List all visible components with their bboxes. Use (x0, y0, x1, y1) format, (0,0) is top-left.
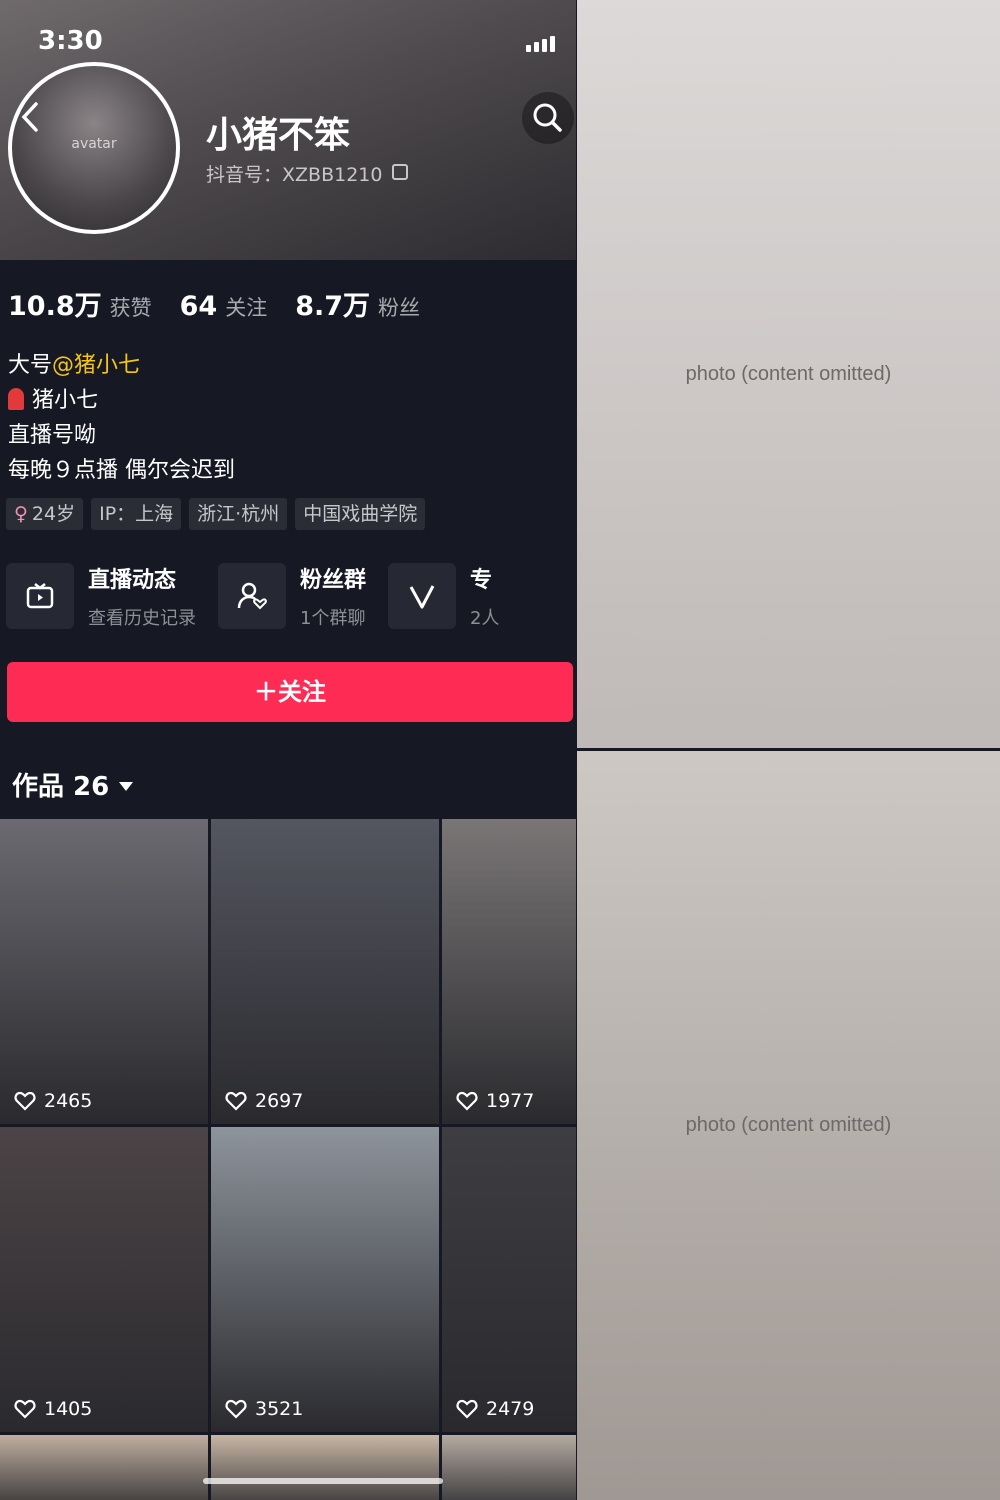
video-thumbnail[interactable] (211, 1435, 439, 1500)
search-button[interactable] (522, 92, 574, 144)
profile-bio: 大号@猪小七 猪小七 直播号呦 每晚９点播 偶尔会迟到 (8, 348, 235, 488)
heart-icon (225, 1091, 247, 1111)
ribbon-icon (8, 388, 24, 410)
profile-tags: ♀ 24岁 IP：上海 浙江·杭州 中国戏曲学院 (6, 498, 426, 530)
feature-fan-group[interactable]: 粉丝群 1个群聊 (218, 562, 366, 630)
chevron-left-icon (21, 102, 38, 132)
profile-stats: 10.8万 获赞 64 关注 8.7万 粉丝 (8, 284, 420, 323)
tab-works[interactable]: 作品 26 (12, 766, 134, 803)
video-thumbnail[interactable]: 3521 (211, 1127, 439, 1432)
video-grid: 2465 2697 1977 1405 3521 2479 (0, 819, 576, 1500)
stat-followers[interactable]: 8.7万 粉丝 (295, 284, 420, 323)
heart-icon (225, 1399, 247, 1419)
feature-subtitle: 1个群聊 (300, 608, 366, 629)
profile-header: 3:30 avatar 小猪不笨 抖音号：XZBB1210 (0, 0, 576, 260)
feature-title: 粉丝群 (300, 568, 367, 593)
video-thumbnail[interactable]: 1405 (0, 1127, 208, 1432)
like-count: 2697 (225, 1090, 303, 1112)
bio-line: 猪小七 (8, 383, 235, 418)
bio-text: 猪小七 (32, 388, 99, 413)
like-count-value: 1405 (44, 1398, 93, 1420)
like-count: 2479 (456, 1398, 534, 1420)
feature-row: 直播动态查看历史记录 粉丝群 1个群聊 专 2人 (6, 562, 521, 630)
like-count: 1405 (14, 1398, 92, 1420)
copy-icon[interactable] (392, 164, 408, 180)
female-icon: ♀ (14, 503, 28, 525)
feature-live-history[interactable]: 直播动态查看历史记录 (6, 562, 196, 630)
feature-collection[interactable]: 专 2人 (388, 562, 499, 630)
stat-following[interactable]: 64 关注 (180, 291, 268, 322)
collection-v-icon (388, 563, 457, 629)
stat-value: 10.8万 (8, 291, 102, 322)
bio-line: 每晚９点播 偶尔会迟到 (8, 458, 235, 483)
stat-label: 粉丝 (378, 296, 421, 320)
stat-likes[interactable]: 10.8万 获赞 (8, 284, 152, 323)
bio-line: 大号@猪小七 (8, 348, 235, 383)
video-thumbnail[interactable]: 1977 (442, 819, 576, 1124)
search-icon (533, 103, 562, 132)
like-count-value: 1977 (486, 1090, 535, 1112)
like-count: 1977 (456, 1090, 534, 1112)
video-thumbnail[interactable] (442, 1435, 576, 1500)
tab-works-label: 作品 26 (12, 772, 110, 802)
live-tv-icon (6, 563, 74, 629)
heart-icon (456, 1091, 478, 1111)
feature-subtitle: 查看历史记录 (88, 608, 196, 629)
photo-placeholder-bottom: photo (content omitted) (577, 751, 1000, 1500)
tag-ip: IP：上海 (91, 498, 182, 530)
tag-location[interactable]: 浙江·杭州 (189, 498, 288, 530)
video-thumbnail[interactable]: 2479 (442, 1127, 576, 1432)
video-thumbnail[interactable] (0, 1435, 208, 1500)
douyin-id: 抖音号：XZBB1210 (206, 164, 383, 186)
status-time: 3:30 (38, 26, 103, 56)
like-count-value: 2697 (255, 1090, 304, 1112)
heart-icon (14, 1091, 36, 1111)
like-count-value: 3521 (255, 1398, 304, 1420)
mention-link[interactable]: @猪小七 (52, 353, 140, 378)
feature-subtitle: 2人 (470, 608, 500, 629)
tag-text: 24岁 (31, 503, 76, 525)
photo-placeholder-top: photo (content omitted) (577, 0, 1000, 748)
photo-label: photo (content omitted) (685, 1114, 892, 1136)
tag-school[interactable]: 中国戏曲学院 (295, 498, 426, 530)
like-count-value: 2465 (44, 1090, 93, 1112)
home-indicator (203, 1478, 443, 1484)
video-thumbnail[interactable]: 2697 (211, 819, 439, 1124)
photo-label: photo (content omitted) (685, 362, 892, 385)
stat-label: 关注 (225, 296, 268, 320)
bio-prefix: 大号 (8, 353, 53, 378)
tag-age: ♀ 24岁 (6, 498, 84, 530)
profile-name: 小猪不笨 (206, 115, 351, 156)
profile-screen: 3:30 avatar 小猪不笨 抖音号：XZBB1210 10.8万 获赞 64… (0, 0, 576, 1500)
stat-value: 64 (179, 291, 218, 322)
like-count-value: 2479 (486, 1398, 535, 1420)
follow-button[interactable]: ＋关注 (7, 662, 573, 722)
stat-value: 8.7万 (295, 291, 371, 322)
back-button[interactable] (18, 100, 50, 140)
bio-line: 直播号呦 (8, 423, 97, 448)
feature-title: 直播动态 (88, 568, 177, 593)
fan-group-icon (218, 563, 286, 629)
heart-icon (456, 1399, 478, 1419)
caret-down-icon (119, 782, 134, 791)
like-count: 2465 (14, 1090, 92, 1112)
stat-label: 获赞 (109, 296, 152, 320)
heart-icon (14, 1399, 36, 1419)
feature-title: 专 (470, 568, 493, 593)
avatar[interactable]: avatar (8, 62, 180, 234)
video-thumbnail[interactable]: 2465 (0, 819, 208, 1124)
like-count: 3521 (225, 1398, 303, 1420)
signal-icon (526, 36, 555, 52)
